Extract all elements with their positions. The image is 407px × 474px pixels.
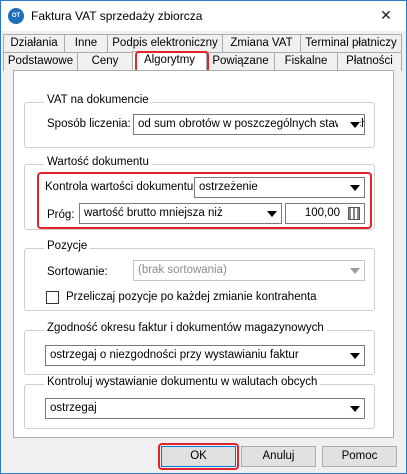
tab-terminal-platniczy[interactable]: Terminal płatniczy — [300, 34, 402, 53]
tab-algorytmy[interactable]: Algorytmy — [132, 51, 207, 72]
window-title: Faktura VAT sprzedaży zbiorcza — [31, 9, 203, 23]
tab-dzialania[interactable]: Działania — [3, 34, 65, 53]
threshold-label: Próg: — [47, 209, 75, 221]
group-value-title: Wartość dokumentu — [44, 156, 152, 168]
control-select[interactable]: ostrzeżenie — [194, 177, 365, 198]
group-positions-title: Pozycje — [44, 240, 91, 252]
threshold-amount-value: 100,00 — [304, 207, 340, 219]
chevron-down-icon — [350, 268, 360, 274]
recalc-label[interactable]: Przeliczaj pozycje po każdej zmianie kon… — [66, 291, 317, 303]
dialog-window: OT Faktura VAT sprzedaży zbiorcza ✕ Dzia… — [0, 0, 407, 474]
chevron-down-icon — [350, 353, 360, 359]
currency-select[interactable]: ostrzegaj — [45, 398, 365, 419]
chevron-down-icon — [350, 406, 360, 412]
sort-select: (brak sortowania) — [133, 260, 365, 281]
period-select[interactable]: ostrzegaj o niezgodności przy wystawiani… — [45, 345, 365, 366]
threshold-type-select[interactable]: wartość brutto mniejsza niż — [79, 203, 282, 224]
recalc-checkbox[interactable] — [46, 291, 59, 304]
tab-ceny[interactable]: Ceny — [77, 52, 133, 71]
group-currency-title: Kontroluj wystawianie dokumentu w waluta… — [44, 376, 321, 388]
threshold-type-value: wartość brutto mniejsza niż — [84, 207, 223, 219]
calc-method-label: Sposób liczenia: — [47, 118, 131, 130]
sort-value: (brak sortowania) — [138, 264, 227, 276]
tab-podstawowe[interactable]: Podstawowe — [3, 52, 78, 71]
help-button[interactable]: Pomoc — [322, 446, 397, 467]
tab-powiazane[interactable]: Powiązane — [206, 52, 275, 71]
ok-button[interactable]: OK — [161, 446, 236, 467]
group-period-title: Zgodność okresu faktur i dokumentów maga… — [44, 322, 327, 334]
calc-method-select[interactable]: od sum obrotów w poszczególnych stawkach — [133, 114, 365, 135]
chevron-down-icon — [350, 185, 360, 191]
chevron-down-icon — [267, 211, 277, 217]
currency-value: ostrzegaj — [50, 402, 97, 414]
tab-fiskalne[interactable]: Fiskalne — [274, 52, 338, 71]
title-bar: OT Faktura VAT sprzedaży zbiorcza ✕ — [1, 1, 406, 31]
control-label: Kontrola wartości dokumentu: — [45, 181, 197, 193]
tab-zmiana-vat[interactable]: Zmiana VAT — [222, 34, 301, 53]
close-icon[interactable]: ✕ — [366, 1, 406, 31]
cancel-button[interactable]: Anuluj — [241, 446, 316, 467]
tab-platnosci[interactable]: Płatności — [337, 52, 402, 71]
control-value: ostrzeżenie — [199, 181, 258, 193]
group-vat-title: VAT na dokumencie — [44, 94, 152, 106]
calculator-icon[interactable] — [348, 207, 360, 220]
app-icon: OT — [8, 8, 24, 24]
threshold-amount-input[interactable]: 100,00 — [285, 203, 365, 224]
period-value: ostrzegaj o niezgodności przy wystawiani… — [50, 349, 299, 361]
tab-inne[interactable]: Inne — [64, 34, 108, 53]
calc-method-value: od sum obrotów w poszczególnych stawkach — [138, 118, 365, 130]
sort-label: Sortowanie: — [47, 266, 108, 278]
chevron-down-icon — [350, 122, 360, 128]
